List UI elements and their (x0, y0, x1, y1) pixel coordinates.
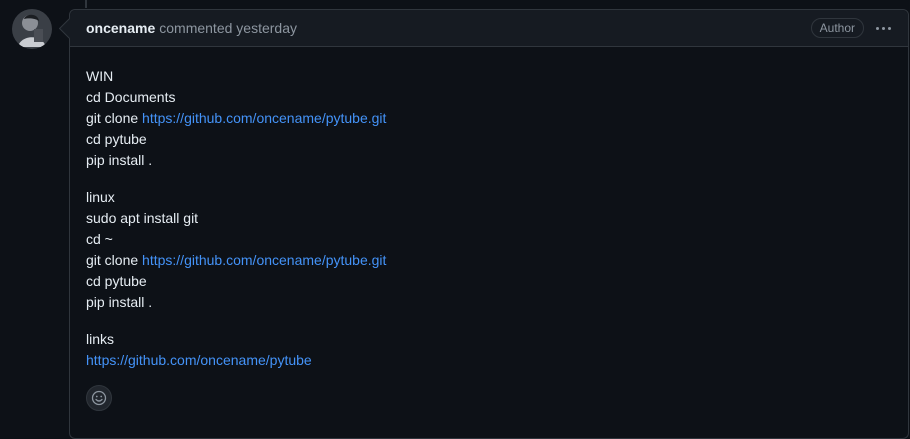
linux-instructions: linux sudo apt install git cd ~ git clon… (86, 187, 892, 313)
win-title: WIN (86, 68, 114, 84)
comment-timestamp[interactable]: commented yesterday (159, 20, 297, 36)
author-name[interactable]: oncename (86, 20, 155, 36)
smiley-icon (91, 390, 107, 406)
linux-clone-link[interactable]: https://github.com/oncename/pytube.git (142, 252, 386, 268)
kebab-horizontal-icon[interactable] (872, 20, 894, 36)
links-section: links https://github.com/oncename/pytube (86, 329, 892, 371)
header-actions: Author (810, 18, 894, 38)
comment-box: oncename commented yesterday Author WIN … (69, 9, 909, 439)
repo-link[interactable]: https://github.com/oncename/pytube (86, 352, 312, 368)
linux-cmd-apt-install: sudo apt install git (86, 210, 199, 226)
git-clone-prefix: git clone (86, 110, 143, 126)
add-reaction-button[interactable] (86, 385, 112, 411)
win-cmd-cd-documents: cd Documents (86, 89, 176, 105)
avatar[interactable] (12, 9, 52, 49)
comment-body: WIN cd Documents git clone https://githu… (70, 47, 908, 371)
linux-title: linux (86, 189, 115, 205)
timeline-line (85, 0, 87, 8)
linux-cmd-cd-pytube: cd pytube (86, 273, 147, 289)
author-badge: Author (810, 18, 864, 38)
user-avatar-icon (12, 9, 52, 49)
git-clone-prefix: git clone (86, 252, 143, 268)
comment-header: oncename commented yesterday Author (70, 10, 908, 47)
linux-cmd-git-clone: git clone https://github.com/oncename/py… (86, 250, 892, 271)
linux-cmd-cd-home: cd ~ (86, 231, 113, 247)
win-cmd-pip-install: pip install . (86, 152, 153, 168)
win-instructions: WIN cd Documents git clone https://githu… (86, 66, 892, 171)
win-cmd-cd-pytube: cd pytube (86, 131, 147, 147)
linux-cmd-pip-install: pip install . (86, 294, 153, 310)
win-clone-link[interactable]: https://github.com/oncename/pytube.git (142, 110, 386, 126)
win-cmd-git-clone: git clone https://github.com/oncename/py… (86, 108, 892, 129)
links-title: links (86, 331, 115, 347)
